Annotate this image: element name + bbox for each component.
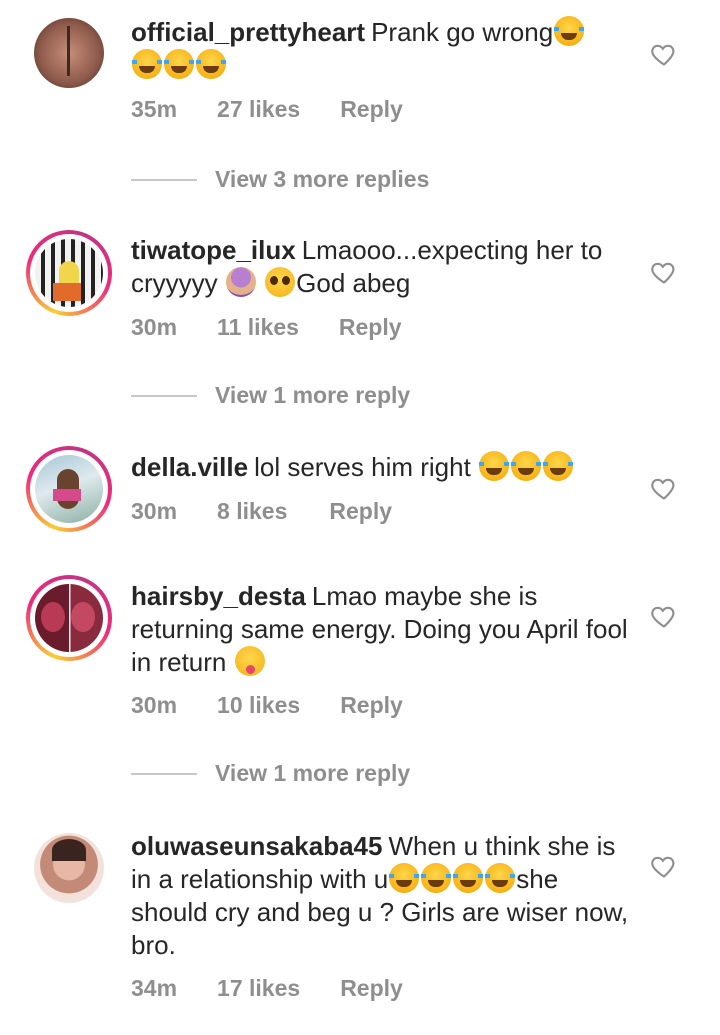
comment-item: della.ville lol serves him right 30m 8 li…	[0, 443, 720, 553]
comment-username[interactable]: hairsby_desta	[131, 581, 306, 611]
zany-face-emoji-icon	[234, 646, 265, 676]
heart-outline-icon[interactable]	[650, 40, 678, 68]
view-replies-button[interactable]: View 3 more replies	[131, 166, 429, 193]
laughing-emoji-icon	[421, 863, 452, 893]
reply-button[interactable]: Reply	[339, 314, 402, 341]
laughing-emoji-icon	[554, 16, 585, 46]
comment-text: lol serves him right	[254, 452, 471, 482]
reply-button[interactable]: Reply	[329, 498, 392, 525]
laughing-emoji-icon	[485, 863, 516, 893]
laughing-emoji-icon	[453, 863, 484, 893]
comment-username[interactable]: oluwaseunsakaba45	[131, 831, 382, 861]
laughing-emoji-icon	[164, 49, 194, 79]
heart-outline-icon[interactable]	[650, 474, 678, 502]
comment-time: 30m	[131, 692, 178, 718]
avatar[interactable]	[26, 230, 112, 316]
comment-username[interactable]: tiwatope_ilux	[131, 235, 296, 265]
laughing-emoji-icon	[479, 451, 510, 481]
comment-meta: 35m 27 likes Reply	[131, 96, 403, 123]
reply-button[interactable]: Reply	[340, 692, 403, 719]
heart-outline-icon[interactable]	[650, 602, 678, 630]
comment-time: 34m	[131, 975, 178, 1001]
comment-likes[interactable]: 10 likes	[217, 692, 300, 719]
avatar[interactable]	[26, 575, 112, 661]
comment-meta: 30m 11 likes Reply	[131, 314, 402, 341]
heart-outline-icon[interactable]	[650, 258, 678, 286]
laughing-emoji-icon	[132, 49, 162, 79]
view-replies-label: View 1 more reply	[215, 760, 411, 786]
replies-divider	[131, 772, 197, 775]
comment-username[interactable]: della.ville	[131, 452, 248, 482]
comment-item: official_prettyheart Prank go wrong 35m 2…	[0, 0, 720, 200]
avatar[interactable]	[26, 825, 112, 911]
replies-divider	[131, 178, 197, 181]
heart-outline-icon[interactable]	[650, 852, 678, 880]
view-replies-label: View 1 more reply	[215, 382, 411, 408]
reply-button[interactable]: Reply	[340, 96, 403, 123]
comment-meta: 30m 10 likes Reply	[131, 692, 403, 719]
view-replies-label: View 3 more replies	[215, 166, 430, 192]
replies-divider	[131, 394, 197, 397]
laughing-emoji-icon	[389, 863, 420, 893]
facepalm-emoji-icon	[225, 267, 256, 297]
comment-time: 35m	[131, 96, 178, 122]
comment-username[interactable]: official_prettyheart	[131, 17, 365, 47]
comment-item: tiwatope_ilux Lmaooo...expecting her to c…	[0, 222, 720, 422]
comment-meta: 30m 8 likes Reply	[131, 498, 392, 525]
laughing-emoji-icon	[196, 49, 226, 79]
comment-likes[interactable]: 11 likes	[217, 314, 299, 341]
comment-time: 30m	[131, 498, 178, 524]
view-replies-button[interactable]: View 1 more reply	[131, 760, 410, 787]
comment-meta: 34m 17 likes Reply	[131, 975, 403, 1002]
comment-likes[interactable]: 8 likes	[217, 498, 287, 525]
comment-likes[interactable]: 17 likes	[217, 975, 300, 1002]
reply-button[interactable]: Reply	[340, 975, 403, 1002]
comment-likes[interactable]: 27 likes	[217, 96, 300, 123]
comment-item: oluwaseunsakaba45 When u think she is in …	[0, 822, 720, 1035]
avatar[interactable]	[26, 10, 112, 96]
comment-item: hairsby_desta Lmao maybe she is returning…	[0, 572, 720, 802]
laughing-emoji-icon	[543, 451, 574, 481]
comment-time: 30m	[131, 314, 178, 340]
view-replies-button[interactable]: View 1 more reply	[131, 382, 410, 409]
comment-text-after: God abeg	[296, 268, 411, 298]
avatar[interactable]	[26, 446, 112, 532]
comment-text: Prank go wrong	[371, 17, 554, 47]
pleading-face-emoji-icon	[265, 267, 296, 297]
laughing-emoji-icon	[511, 451, 542, 481]
